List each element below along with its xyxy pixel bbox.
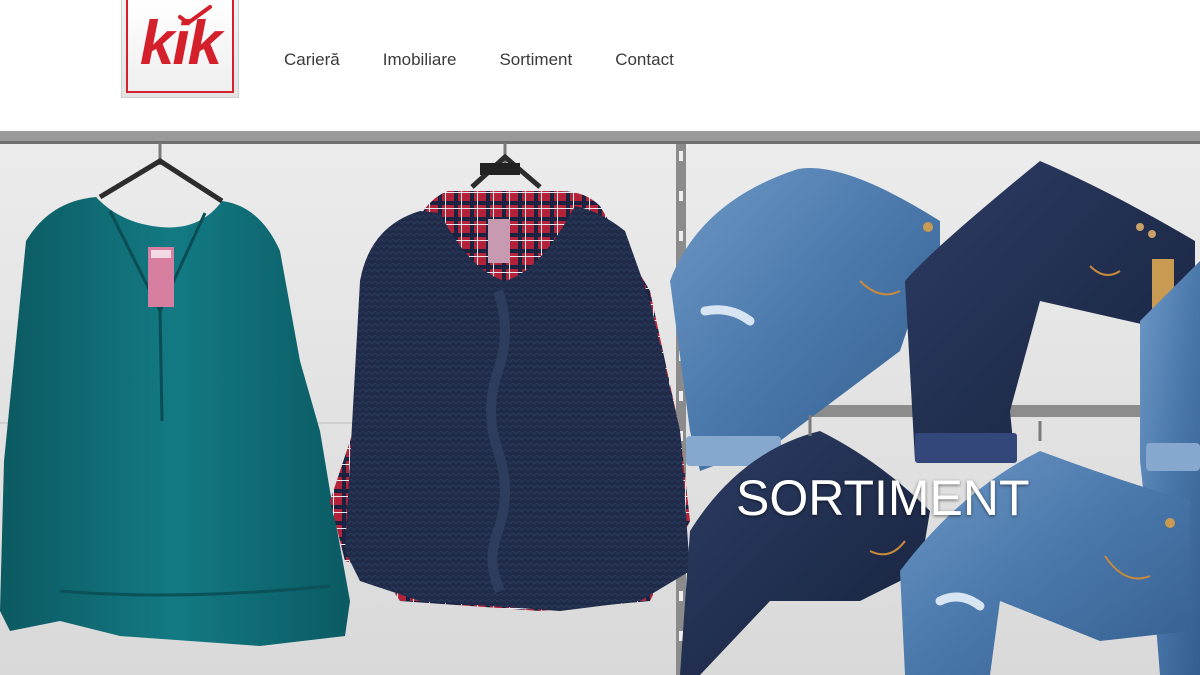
kik-logo[interactable]: kik xyxy=(121,0,239,98)
logo-frame: kik xyxy=(126,0,234,93)
logo-wordmark: kik xyxy=(139,9,222,78)
main-nav: Carieră Imobiliare Sortiment Contact xyxy=(284,48,717,72)
nav-item-sortiment[interactable]: Sortiment xyxy=(499,48,572,72)
hero-photo xyxy=(0,131,1200,675)
nav-item-imobiliare[interactable]: Imobiliare xyxy=(383,48,457,72)
hero-title: SORTIMENT xyxy=(736,470,1030,526)
nav-item-contact[interactable]: Contact xyxy=(615,48,674,72)
site-header: kik Carieră Imobiliare Sortiment Contact xyxy=(0,0,1200,131)
hero-banner: SORTIMENT xyxy=(0,131,1200,675)
nav-item-cariera[interactable]: Carieră xyxy=(284,48,340,72)
